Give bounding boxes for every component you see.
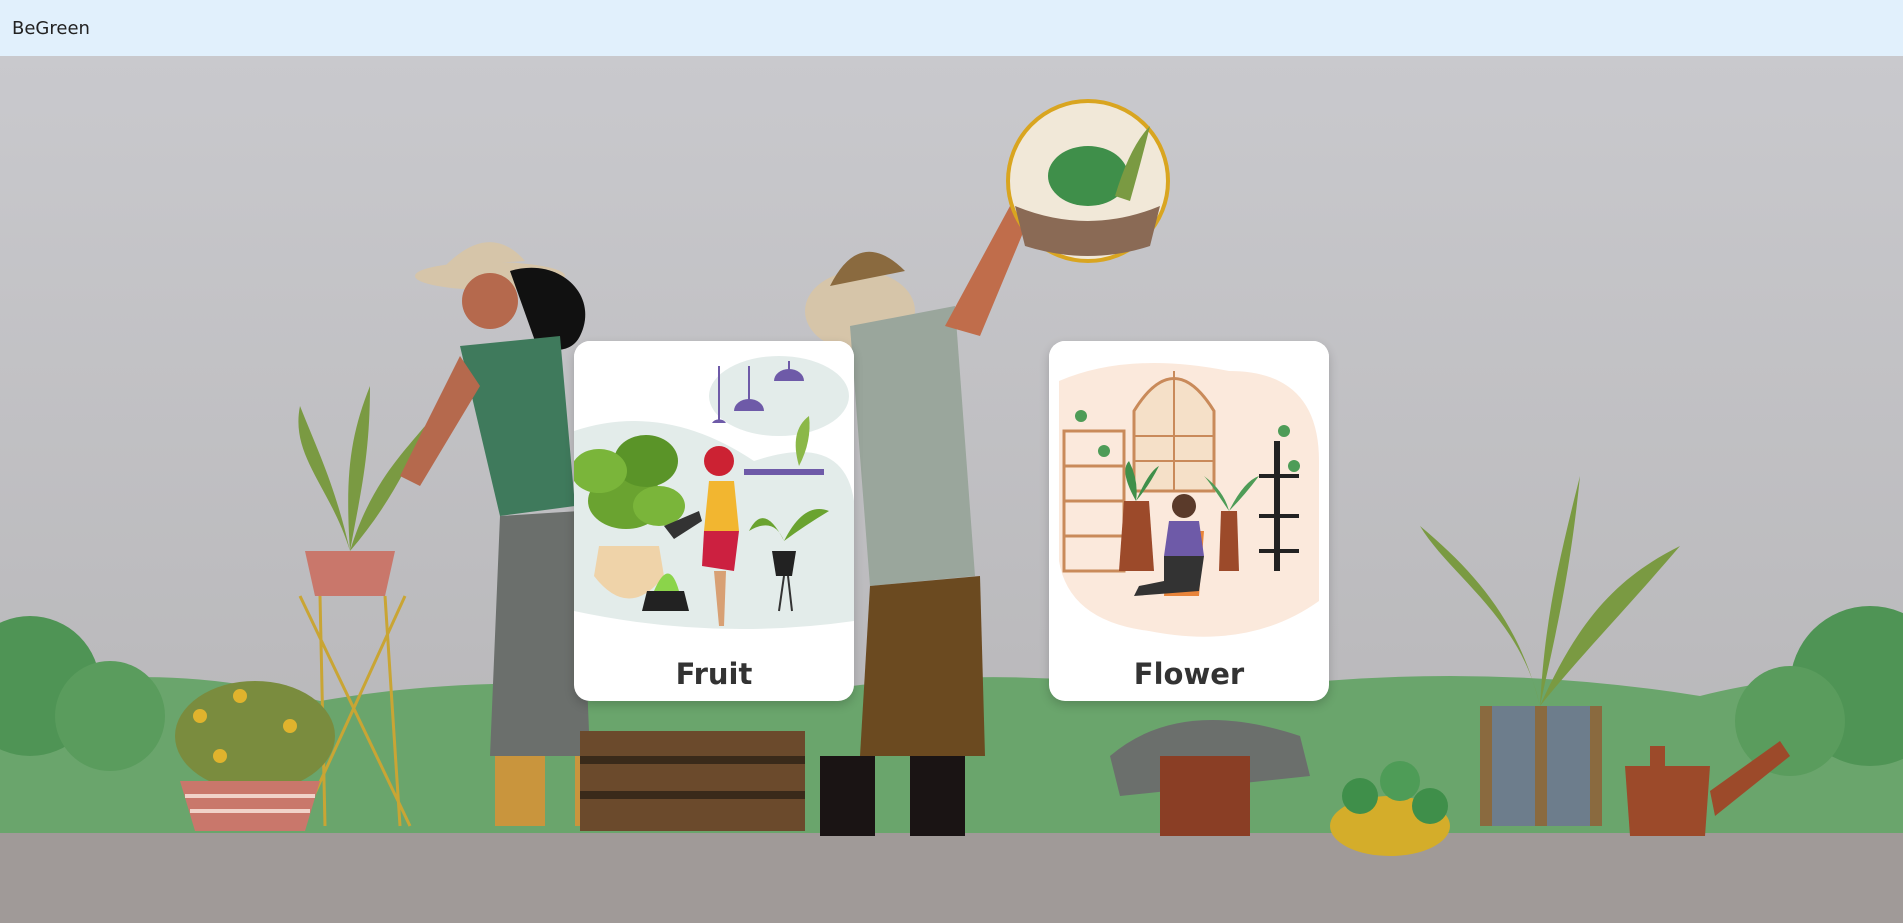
fruit-card-label: Fruit	[675, 657, 753, 691]
fruit-illustration	[574, 341, 854, 651]
top-bar: BeGreen	[0, 0, 1903, 56]
flower-card[interactable]: Flower	[1049, 341, 1329, 701]
app-title: BeGreen	[12, 17, 90, 39]
fruit-card[interactable]: Fruit	[574, 341, 854, 701]
garden-background-illustration	[0, 56, 1903, 923]
flower-card-label: Flower	[1133, 657, 1245, 691]
flower-illustration	[1049, 341, 1329, 651]
